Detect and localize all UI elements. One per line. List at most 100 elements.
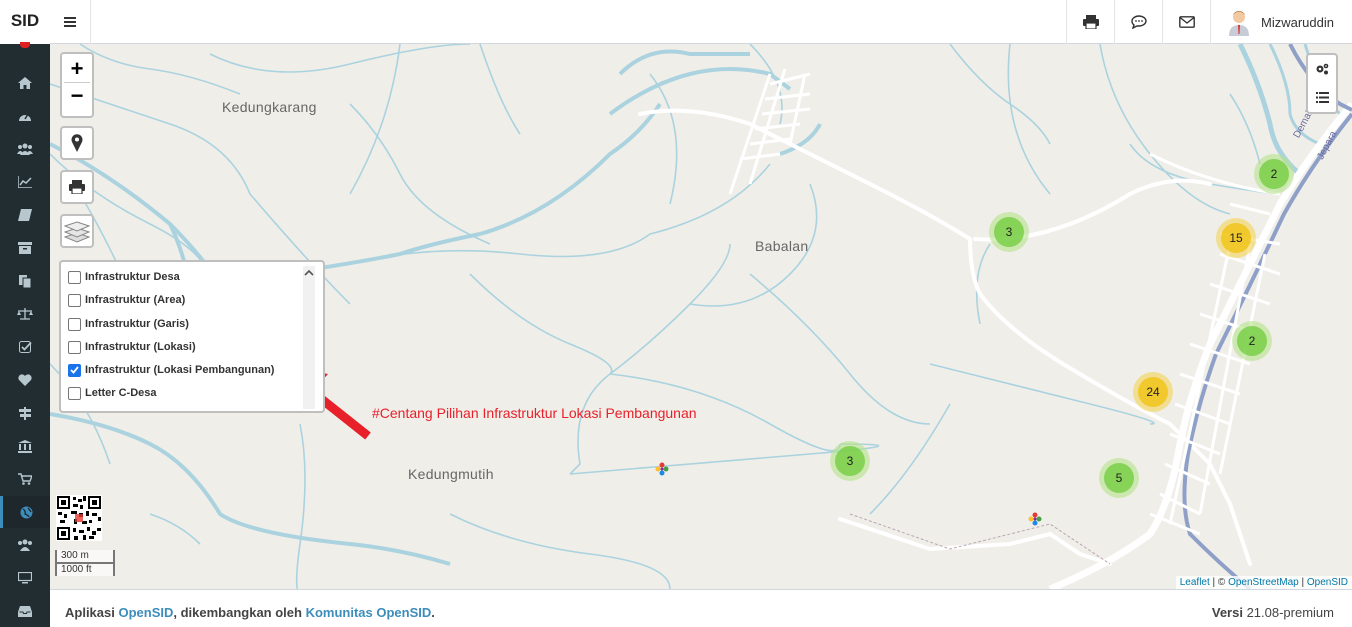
heart-icon bbox=[18, 374, 32, 386]
print-icon bbox=[69, 180, 85, 194]
globe-icon bbox=[20, 506, 33, 518]
zoom-control: + − bbox=[60, 52, 94, 118]
layers-panel: Infrastruktur Desa Infrastruktur (Area) … bbox=[59, 260, 325, 413]
marker-cluster[interactable]: 3 bbox=[830, 441, 870, 481]
sidebar-item-users[interactable] bbox=[0, 133, 50, 165]
map-settings-button[interactable] bbox=[1306, 53, 1338, 85]
sidebar-item-verification[interactable] bbox=[0, 331, 50, 363]
dashboard-icon bbox=[19, 113, 31, 121]
user-menu[interactable]: Mizwaruddin bbox=[1210, 0, 1352, 44]
sidebar-item-web[interactable] bbox=[0, 562, 50, 594]
archive-icon bbox=[18, 242, 32, 254]
layer-checkbox[interactable] bbox=[68, 270, 81, 284]
layers-toggle-button[interactable] bbox=[60, 214, 94, 248]
marker-cluster[interactable]: 2 bbox=[1232, 321, 1272, 361]
print-icon bbox=[1083, 15, 1099, 29]
map-legend-button[interactable] bbox=[1306, 82, 1338, 114]
sidebar-item-documents[interactable] bbox=[0, 265, 50, 297]
annotation-text: #Centang Pilihan Infrastruktur Lokasi Pe… bbox=[372, 405, 697, 421]
construction-marker bbox=[655, 462, 669, 476]
marker-cluster[interactable]: 2 bbox=[1254, 154, 1294, 194]
sidebar-item-book[interactable] bbox=[0, 199, 50, 231]
comments-button[interactable] bbox=[1114, 0, 1163, 44]
chart-icon bbox=[18, 176, 32, 188]
map-view[interactable]: Kedungkarang Babalan Kedungmutih Demak J… bbox=[50, 44, 1352, 589]
qr-code[interactable] bbox=[56, 495, 102, 541]
map-print-button[interactable] bbox=[60, 170, 94, 204]
opensid-app-link[interactable]: OpenSID bbox=[118, 605, 173, 620]
osm-link[interactable]: OpenStreetMap bbox=[1228, 577, 1299, 588]
layer-option[interactable]: Infrastruktur (Lokasi Pembangunan) bbox=[68, 360, 274, 380]
check-square-icon bbox=[18, 340, 32, 353]
user-name: Mizwaruddin bbox=[1261, 14, 1334, 30]
inbox-icon bbox=[18, 605, 32, 617]
sidebar-item-dashboard[interactable] bbox=[0, 100, 50, 132]
sidebar-item-health[interactable] bbox=[0, 364, 50, 396]
place-label-kedungkarang: Kedungkarang bbox=[222, 99, 317, 115]
layer-checkbox[interactable] bbox=[68, 340, 81, 354]
balance-scale-icon bbox=[17, 308, 33, 320]
scroll-up-icon bbox=[304, 269, 314, 276]
app-logo[interactable]: SID bbox=[0, 0, 50, 44]
marker-cluster[interactable]: 24 bbox=[1133, 372, 1173, 412]
top-navbar: Mizwaruddin bbox=[50, 0, 1352, 44]
sidebar-item-finance[interactable] bbox=[0, 430, 50, 462]
print-button[interactable] bbox=[1066, 0, 1115, 44]
sidebar-item-statistics[interactable] bbox=[0, 166, 50, 198]
sidebar: SID bbox=[0, 0, 50, 627]
layer-checkbox[interactable] bbox=[68, 317, 81, 331]
cart-icon bbox=[18, 473, 32, 485]
leaflet-link[interactable]: Leaflet bbox=[1180, 577, 1210, 588]
sidebar-item-inbox[interactable] bbox=[0, 595, 50, 627]
locate-button[interactable] bbox=[60, 126, 94, 160]
desktop-icon bbox=[18, 572, 32, 584]
sidebar-item-map[interactable] bbox=[0, 496, 50, 528]
book-icon bbox=[18, 209, 32, 221]
sidebar-item-home[interactable] bbox=[0, 67, 50, 99]
zoom-out-button[interactable]: − bbox=[64, 83, 90, 109]
place-label-babalan: Babalan bbox=[755, 238, 809, 254]
envelope-icon bbox=[1179, 16, 1195, 28]
map-attribution: Leaflet | © OpenStreetMap | OpenSID bbox=[1175, 576, 1352, 589]
layer-checkbox[interactable] bbox=[68, 293, 81, 307]
users-icon bbox=[17, 143, 33, 155]
layer-option[interactable]: Infrastruktur Desa bbox=[68, 267, 180, 287]
footer-credits: Aplikasi OpenSID, dikembangkan oleh Komu… bbox=[65, 605, 435, 620]
marker-cluster[interactable]: 5 bbox=[1099, 458, 1139, 498]
group-icon bbox=[18, 539, 32, 551]
road-sign-icon bbox=[19, 406, 31, 420]
marker-cluster[interactable]: 15 bbox=[1216, 218, 1256, 258]
hamburger-icon bbox=[64, 17, 76, 27]
gears-icon bbox=[1316, 63, 1329, 75]
layer-option[interactable]: Infrastruktur (Area) bbox=[68, 290, 185, 310]
layers-icon bbox=[64, 221, 90, 243]
avatar bbox=[1229, 11, 1249, 36]
layer-option[interactable]: Infrastruktur (Garis) bbox=[68, 314, 189, 334]
layer-option[interactable]: Letter C-Desa bbox=[68, 383, 157, 403]
sidebar-toggle-button[interactable] bbox=[50, 0, 91, 44]
sidebar-item-archive[interactable] bbox=[0, 232, 50, 264]
map-scale: 300 m 1000 ft bbox=[55, 550, 115, 576]
sidebar-item-legal[interactable] bbox=[0, 298, 50, 330]
list-icon bbox=[1315, 91, 1329, 103]
scale-imperial: 1000 ft bbox=[55, 562, 115, 576]
footer: Aplikasi OpenSID, dikembangkan oleh Komu… bbox=[50, 589, 1352, 627]
comment-icon bbox=[1131, 15, 1147, 29]
layer-checkbox[interactable] bbox=[68, 386, 81, 400]
marker-cluster[interactable]: 3 bbox=[989, 212, 1029, 252]
messages-button[interactable] bbox=[1162, 0, 1211, 44]
zoom-in-button[interactable]: + bbox=[64, 56, 90, 83]
construction-marker bbox=[1028, 512, 1042, 526]
sidebar-item-shop[interactable] bbox=[0, 463, 50, 495]
layers-scrollbar[interactable] bbox=[303, 266, 315, 409]
copy-icon bbox=[19, 274, 31, 288]
opensid-link[interactable]: OpenSID bbox=[1307, 577, 1348, 588]
community-link[interactable]: Komunitas OpenSID bbox=[306, 605, 432, 620]
checkmark-icon bbox=[70, 366, 79, 374]
sidebar-item-development[interactable] bbox=[0, 397, 50, 429]
layer-checkbox[interactable] bbox=[68, 363, 81, 377]
sidebar-item-groups[interactable] bbox=[0, 529, 50, 561]
version-info: Versi 21.08-premium bbox=[1211, 605, 1334, 620]
bank-icon bbox=[18, 439, 32, 453]
layer-option[interactable]: Infrastruktur (Lokasi) bbox=[68, 337, 196, 357]
